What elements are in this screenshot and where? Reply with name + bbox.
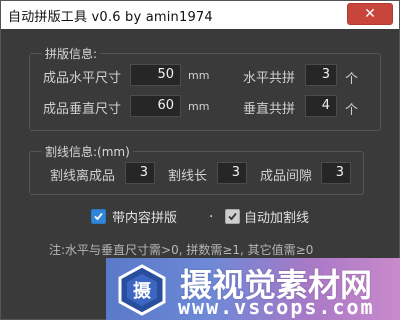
requirements-note: 注:水平与垂直尺寸需>0, 拼数需≥1, 其它值需≥0 <box>49 243 314 257</box>
product-width-unit: mm <box>188 69 210 82</box>
auto-cutline-checkbox[interactable] <box>225 209 240 224</box>
h-count-label: 水平共拼 <box>243 71 296 86</box>
title-bar: 自动拼版工具 v0.6 by amin1974 ✕ <box>1 1 399 29</box>
v-count-label: 垂直共拼 <box>243 102 296 117</box>
cutline-length-label: 割线长 <box>168 169 208 184</box>
cutline-info-title: 割线信息:(mm) <box>42 143 133 160</box>
checkmark-icon <box>228 212 237 221</box>
checkmark-icon <box>94 212 103 221</box>
cutline-offset-label: 割线离成品 <box>50 169 116 184</box>
v-count-unit: 个 <box>345 103 359 118</box>
product-height-unit: mm <box>188 100 210 113</box>
product-width-label: 成品水平尺寸 <box>43 71 122 86</box>
product-gap-label: 成品间隙 <box>260 169 313 184</box>
auto-cutline-label: 自动加割线 <box>244 211 310 226</box>
h-count-unit: 个 <box>345 72 359 87</box>
window-title: 自动拼版工具 v0.6 by amin1974 <box>8 10 213 25</box>
watermark-url: www.vscops.com <box>178 295 375 319</box>
product-height-label: 成品垂直尺寸 <box>43 102 122 117</box>
close-button[interactable]: ✕ <box>347 3 393 25</box>
v-count-input[interactable]: 4 <box>305 95 337 117</box>
option-separator: . <box>209 205 214 221</box>
product-width-input[interactable]: 50 <box>130 64 181 86</box>
cutline-length-input[interactable]: 3 <box>217 162 247 184</box>
watermark-logo-glyph: 摄 <box>133 280 152 302</box>
with-content-checkbox[interactable] <box>91 209 106 224</box>
close-icon: ✕ <box>364 6 376 22</box>
cutline-offset-input[interactable]: 3 <box>125 162 155 184</box>
product-gap-input[interactable]: 3 <box>321 162 351 184</box>
product-height-input[interactable]: 60 <box>130 95 181 117</box>
with-content-option[interactable]: 带内容拼版 <box>91 207 191 226</box>
watermark-logo-icon: 摄 <box>118 264 166 316</box>
with-content-label: 带内容拼版 <box>112 211 178 226</box>
auto-cutline-option[interactable]: 自动加割线 <box>225 207 325 226</box>
watermark-banner: 摄 摄视觉素材网 www.vscops.com <box>106 258 400 320</box>
h-count-input[interactable]: 3 <box>305 64 337 86</box>
layout-info-title: 拼版信息: <box>42 45 101 62</box>
